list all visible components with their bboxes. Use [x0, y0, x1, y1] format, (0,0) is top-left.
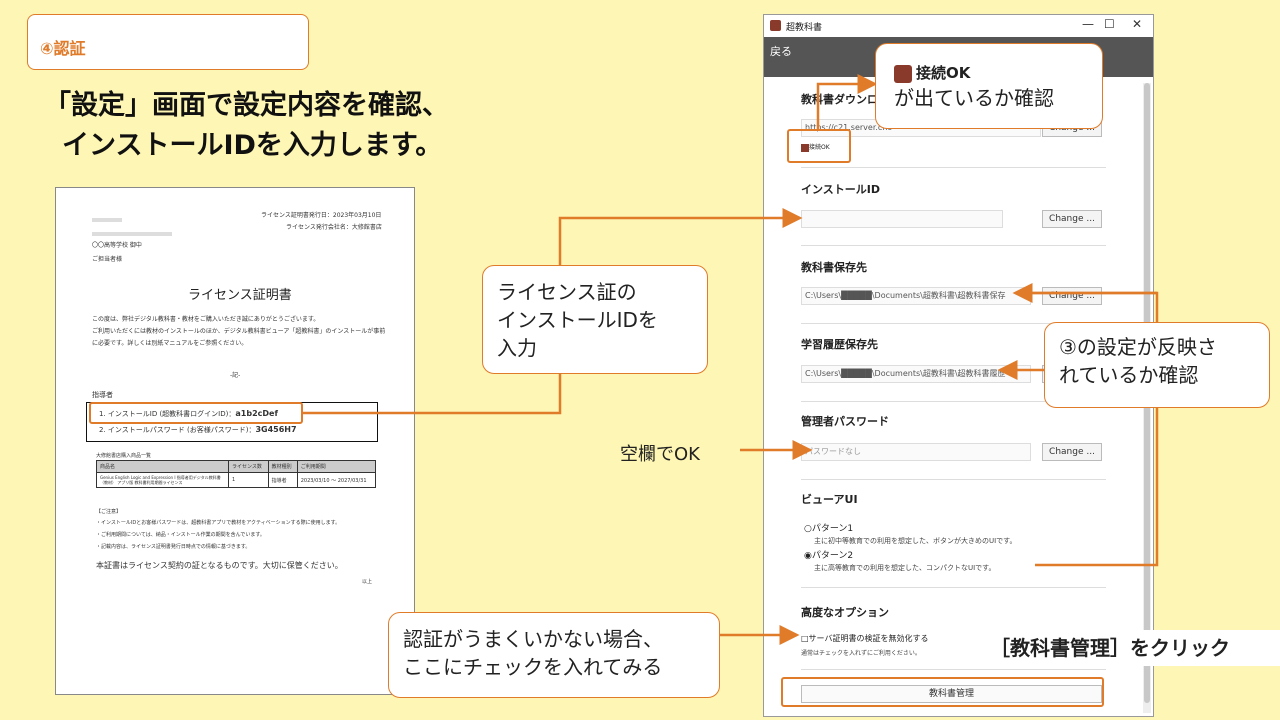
auth-callout: 認証がうまくいかない場合、 ここにチェックを入れてみる	[388, 612, 720, 698]
callout-line: 入力	[497, 336, 537, 360]
callout-line: が出ているか確認	[894, 86, 1054, 110]
callout-line: れているか確認	[1059, 363, 1199, 387]
connect-ok-callout-badge: 接続OK	[894, 62, 1088, 84]
callout-line: ここにチェックを入れてみる	[403, 655, 663, 679]
connect-icon	[894, 64, 912, 83]
callout-line: インストールIDを	[497, 308, 658, 332]
blank-ok-label: 空欄でOK	[620, 444, 700, 465]
connect-ok-callout: 接続OK が出ているか確認	[875, 43, 1103, 129]
callout-line: ③の設定が反映さ	[1059, 335, 1217, 359]
connect-ok-arrow	[816, 74, 878, 129]
callout-line: 認証がうまくいかない場合、	[403, 627, 663, 651]
license-callout: ライセンス証の インストールIDを 入力	[482, 265, 708, 374]
click-instruction: ［教科書管理］をクリック	[988, 630, 1280, 666]
reflect-callout: ③の設定が反映さ れているか確認	[1044, 322, 1270, 408]
callout-line: ライセンス証の	[497, 280, 637, 304]
